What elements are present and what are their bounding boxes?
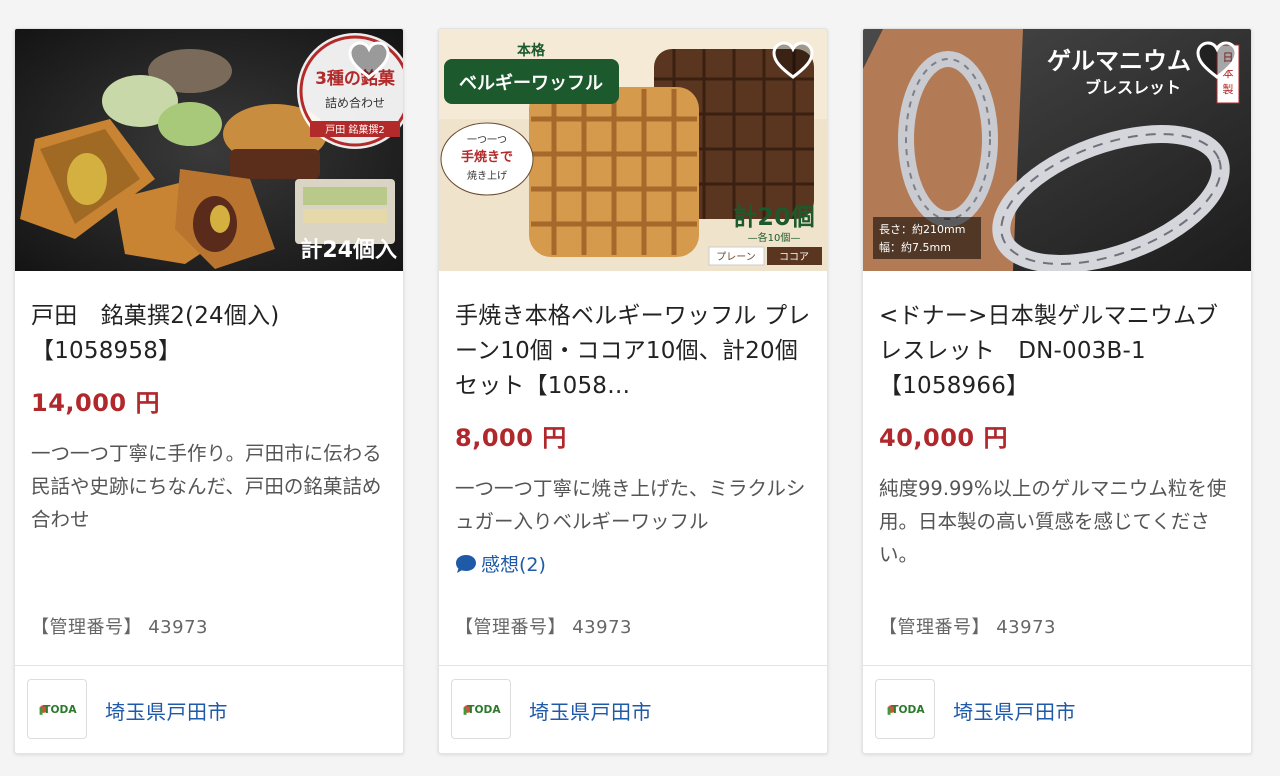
product-grid: 3種の銘菓 詰め合わせ 戸田 銘菓撰2 計24個入 戸田 銘菓撰2(24個入)【… bbox=[0, 0, 1280, 776]
city-link[interactable]: 埼玉県戸田市 bbox=[529, 696, 652, 725]
review-count[interactable]: 感想(2) bbox=[481, 550, 546, 577]
product-price: 40,000 円 bbox=[879, 424, 1008, 452]
review-link[interactable]: 感想(2) bbox=[455, 550, 811, 577]
badge-text-3: 戸田 銘菓撰2 bbox=[325, 123, 385, 136]
tag-cocoa-text: ココア bbox=[779, 252, 809, 263]
city-logo: TODA bbox=[451, 679, 511, 739]
product-card[interactable]: 3種の銘菓 詰め合わせ 戸田 銘菓撰2 計24個入 戸田 銘菓撰2(24個入)【… bbox=[14, 28, 404, 754]
city-logo: TODA bbox=[875, 679, 935, 739]
count-text: 計20個 bbox=[733, 203, 814, 231]
badge-text-2: 詰め合わせ bbox=[325, 95, 385, 110]
product-card[interactable]: 本格 ベルギーワッフル 一つ一つ 手焼きで 焼き上げ 計20個 —各10個— プ… bbox=[438, 28, 828, 754]
speech-bubble-icon bbox=[456, 554, 476, 573]
product-price: 8,000 円 bbox=[455, 424, 567, 452]
product-title[interactable]: 手焼き本格ベルギーワッフル プレーン10個・ココア10個、計20個セット【105… bbox=[455, 299, 811, 404]
city-link[interactable]: 埼玉県戸田市 bbox=[105, 696, 228, 725]
city-link[interactable]: 埼玉県戸田市 bbox=[953, 696, 1076, 725]
heading-2-text: ブレスレット bbox=[1085, 78, 1181, 97]
spec-length-text: 長さ：約210mm bbox=[879, 222, 965, 236]
product-title[interactable]: <ドナー>日本製ゲルマニウムブレスレット DN-003B-1【1058966】 bbox=[879, 299, 1235, 404]
product-description: 一つ一つ丁寧に焼き上げた、ミラクルシュガー入りベルギーワッフル bbox=[455, 477, 806, 533]
bracelet-photo: ゲルマニウム ブレスレット 日 本 製 長さ：約210mm 幅：約7.5mm bbox=[863, 29, 1251, 271]
card-footer: TODA 埼玉県戸田市 bbox=[863, 665, 1251, 753]
svg-text:製: 製 bbox=[1223, 82, 1234, 96]
management-number: 【管理番号】 43973 bbox=[31, 617, 208, 638]
banner-main-text: ベルギーワッフル bbox=[459, 73, 603, 94]
management-number: 【管理番号】 43973 bbox=[879, 617, 1056, 638]
card-footer: TODA 埼玉県戸田市 bbox=[439, 665, 827, 753]
product-description: 純度99.99%以上のゲルマニウム粒を使用。日本製の高い質感を感じてください。 bbox=[879, 477, 1227, 566]
logo-text: TODA bbox=[467, 703, 501, 716]
product-price: 14,000 円 bbox=[31, 389, 160, 417]
logo-text: TODA bbox=[891, 703, 925, 716]
product-image[interactable]: 本格 ベルギーワッフル 一つ一つ 手焼きで 焼き上げ 計20個 —各10個— プ… bbox=[439, 29, 827, 271]
favorite-heart-icon[interactable] bbox=[347, 41, 391, 81]
product-image[interactable]: ゲルマニウム ブレスレット 日 本 製 長さ：約210mm 幅：約7.5mm bbox=[863, 29, 1251, 271]
favorite-heart-icon[interactable] bbox=[771, 41, 815, 81]
management-number: 【管理番号】 43973 bbox=[455, 617, 632, 638]
spec-width-text: 幅：約7.5mm bbox=[879, 240, 951, 254]
product-image[interactable]: 3種の銘菓 詰め合わせ 戸田 銘菓撰2 計24個入 bbox=[15, 29, 403, 271]
count-sub-text: —各10個— bbox=[748, 231, 801, 244]
card-footer: TODA 埼玉県戸田市 bbox=[15, 665, 403, 753]
bubble-text-2: 手焼きで bbox=[461, 149, 513, 165]
city-logo: TODA bbox=[27, 679, 87, 739]
product-title[interactable]: 戸田 銘菓撰2(24個入)【1058958】 bbox=[31, 299, 387, 369]
logo-text: TODA bbox=[43, 703, 77, 716]
count-text: 計24個入 bbox=[300, 237, 397, 263]
bubble-text-3: 焼き上げ bbox=[467, 170, 507, 182]
sweets-photo: 3種の銘菓 詰め合わせ 戸田 銘菓撰2 計24個入 bbox=[15, 29, 403, 271]
tag-plain-text: プレーン bbox=[716, 251, 756, 263]
bubble-text-1: 一つ一つ bbox=[467, 135, 507, 146]
banner-top-text: 本格 bbox=[517, 42, 546, 59]
waffle-photo: 本格 ベルギーワッフル 一つ一つ 手焼きで 焼き上げ 計20個 —各10個— プ… bbox=[439, 29, 827, 271]
product-description: 一つ一つ丁寧に手作り。戸田市に伝わる民話や史跡にちなんだ、戸田の銘菓詰め合わせ bbox=[31, 442, 382, 531]
heading-1-text: ゲルマニウム bbox=[1047, 47, 1191, 75]
favorite-heart-icon[interactable] bbox=[1195, 41, 1239, 81]
product-card[interactable]: ゲルマニウム ブレスレット 日 本 製 長さ：約210mm 幅：約7.5mm <… bbox=[862, 28, 1252, 754]
